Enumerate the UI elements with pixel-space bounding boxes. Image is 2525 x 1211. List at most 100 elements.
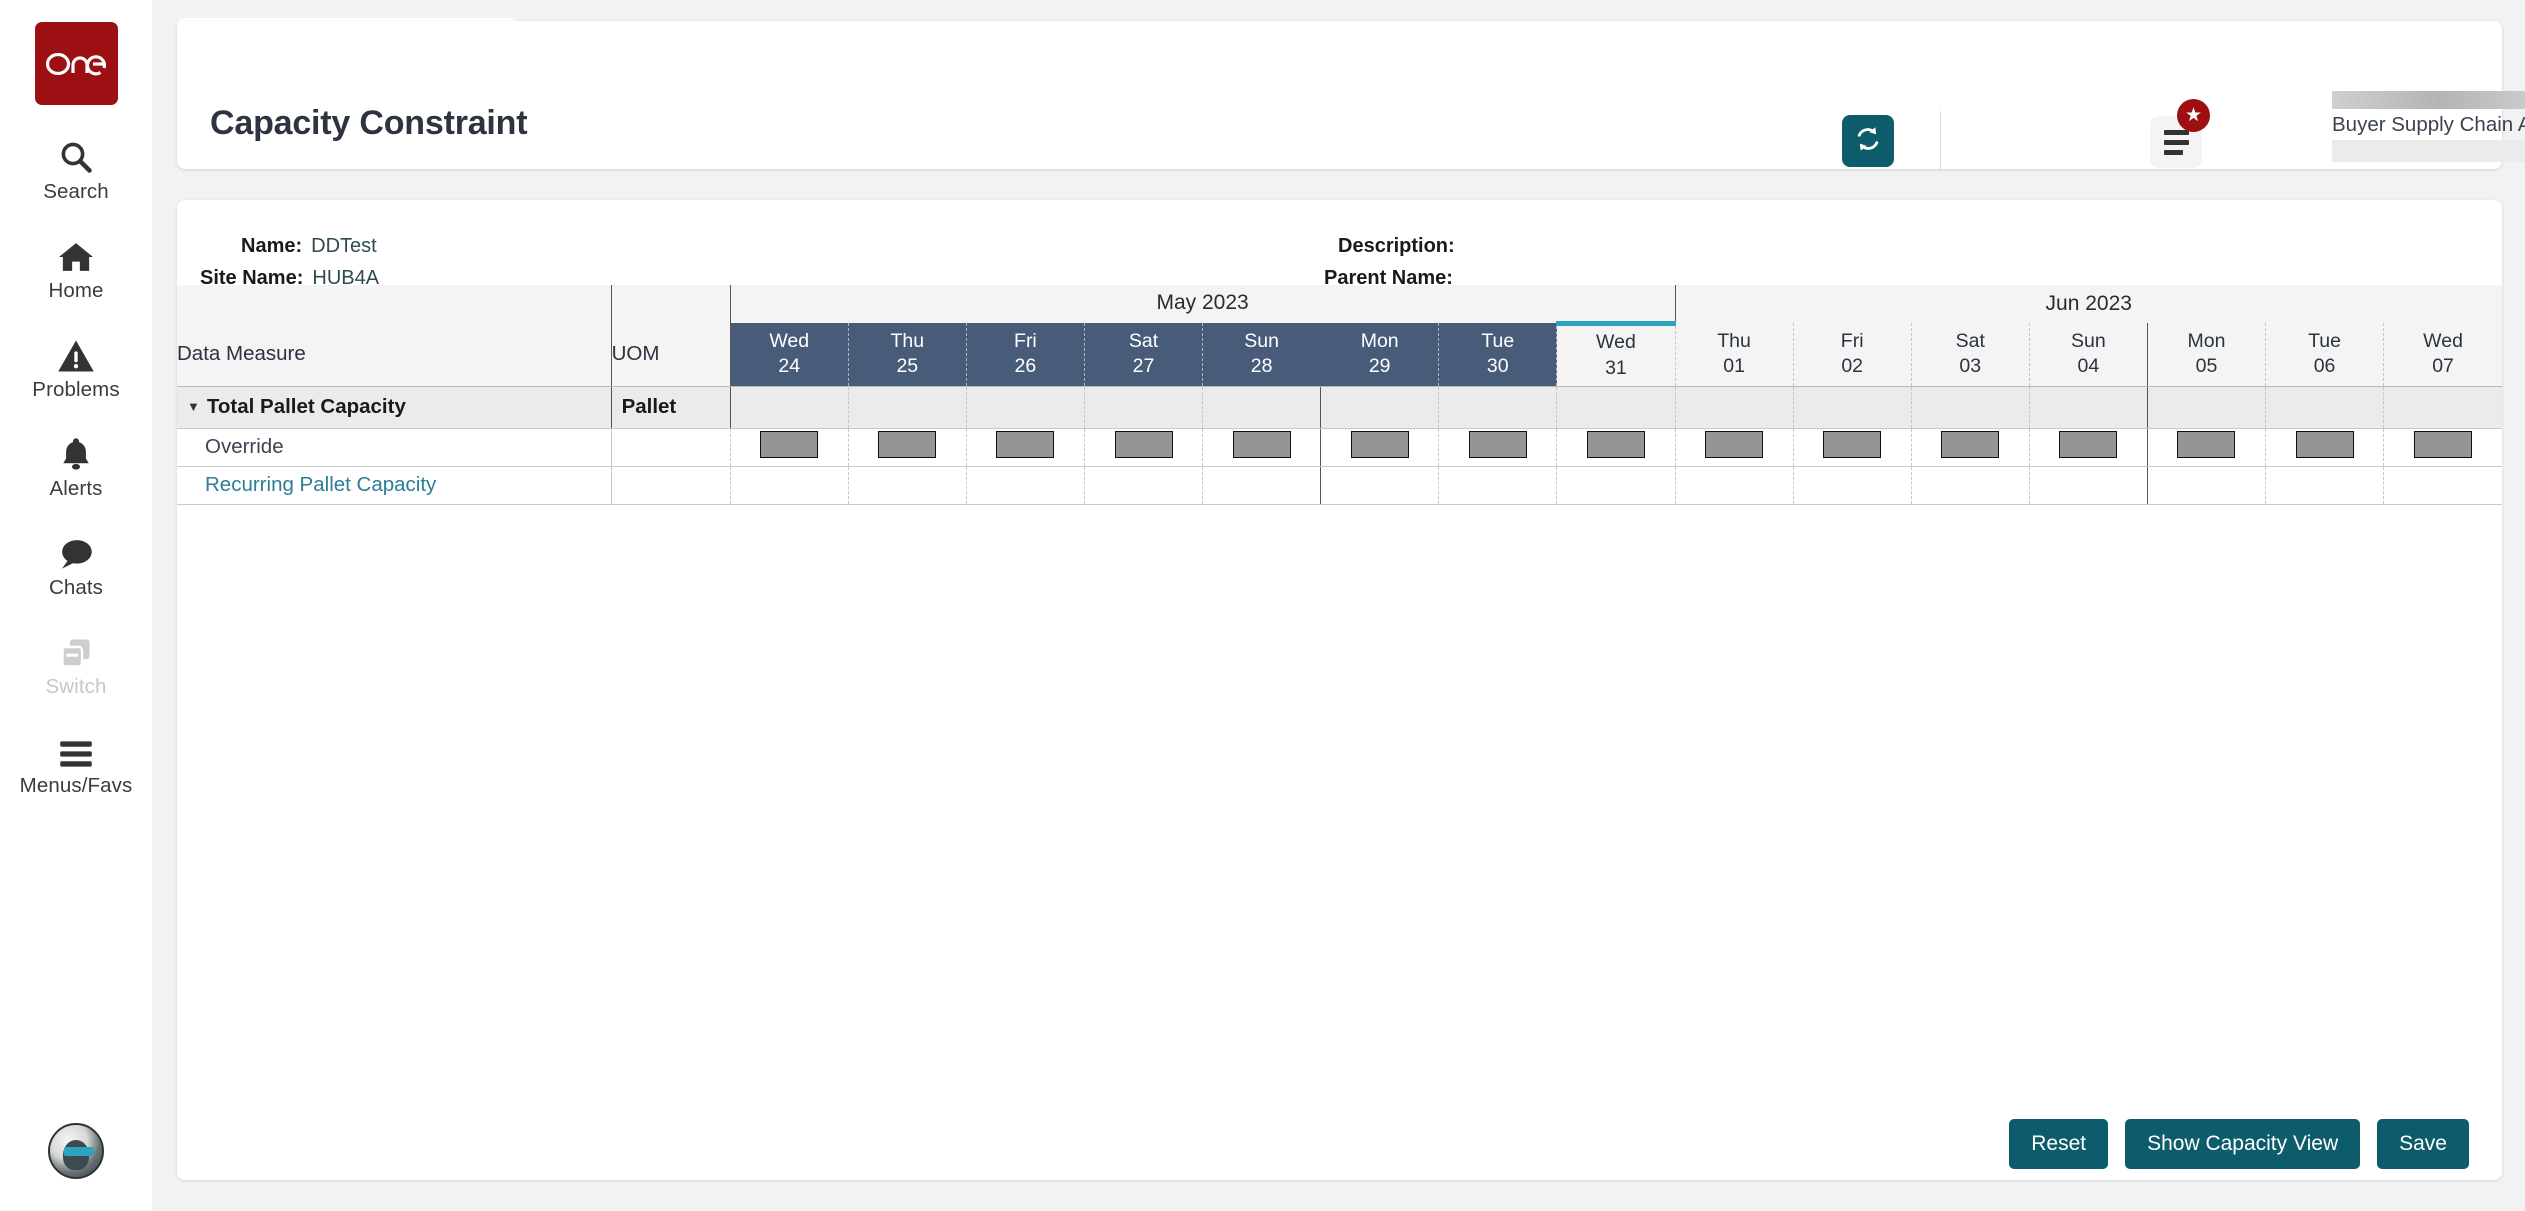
- star-badge: ★: [2177, 99, 2210, 132]
- grid-cell[interactable]: [848, 428, 967, 467]
- user-info[interactable]: Buyer Supply Chain Admin: [2332, 91, 2525, 162]
- grid-cell[interactable]: [1556, 428, 1676, 467]
- sidebar-item-label: Switch: [45, 675, 107, 698]
- field-name-label: Name:: [241, 235, 303, 257]
- record-info: Name: DDTest Site Name: HUB4A Description:…: [177, 200, 2502, 289]
- one-network-logo[interactable]: [34, 22, 118, 105]
- page-title: Capacity Constraint: [210, 104, 528, 142]
- override-input[interactable]: [2295, 431, 2354, 458]
- override-input[interactable]: [1114, 431, 1173, 458]
- month-row-uom-spacer: [611, 285, 731, 323]
- day-column-header[interactable]: Fri 26: [966, 323, 1085, 387]
- day-column-header[interactable]: Mon 05: [2147, 323, 2267, 387]
- override-input[interactable]: [760, 431, 819, 458]
- header-divider: [1940, 111, 1941, 171]
- avatar-band-shape: [64, 1147, 94, 1156]
- table-row: Recurring Pallet Capacity: [177, 466, 2502, 505]
- grid-cell[interactable]: [2265, 428, 2385, 467]
- grid-cell[interactable]: [1675, 428, 1794, 467]
- collapse-triangle-icon[interactable]: ▼: [187, 399, 200, 414]
- override-input[interactable]: [878, 431, 937, 458]
- grid-cell[interactable]: [2029, 428, 2148, 467]
- grid-cell[interactable]: [2147, 428, 2267, 467]
- day-column-header[interactable]: Tue 30: [1438, 323, 1558, 387]
- grid-cell: [1793, 466, 1912, 505]
- grid-cell: [1675, 466, 1794, 505]
- grid-cell[interactable]: [2383, 428, 2502, 467]
- override-input[interactable]: [1586, 431, 1645, 458]
- refresh-button[interactable]: [1842, 115, 1894, 167]
- table-row: ▼ Total Pallet Capacity Pallet: [177, 386, 2502, 429]
- column-header-data-measure: Data Measure: [177, 323, 612, 387]
- day-column-header[interactable]: Fri 02: [1793, 323, 1912, 387]
- grid-cell: [1556, 466, 1676, 505]
- grid-cell: [730, 386, 849, 429]
- grid-cell: [1084, 386, 1204, 429]
- grid-cell[interactable]: [1202, 428, 1322, 467]
- grid-cell: [1320, 466, 1440, 505]
- grid-cell: [848, 466, 967, 505]
- day-column-header[interactable]: Sun 04: [2029, 323, 2148, 387]
- sidebar-item-label: Search: [43, 180, 109, 203]
- list-menu-icon: [2163, 129, 2189, 155]
- avatar[interactable]: [48, 1123, 104, 1179]
- grid-cell[interactable]: [1084, 428, 1204, 467]
- sidebar-item-menus-favs[interactable]: Menus/Favs: [0, 727, 152, 798]
- grid-cell[interactable]: [1438, 428, 1558, 467]
- grid-cell[interactable]: [1911, 428, 2030, 467]
- grid-cell[interactable]: [966, 428, 1085, 467]
- grid-cell[interactable]: [730, 428, 849, 467]
- table-month-header-row: May 2023 Jun 2023: [177, 285, 2502, 323]
- grid-cell: [1438, 386, 1558, 429]
- month-row-label-spacer: [177, 285, 612, 323]
- refresh-icon: [1853, 124, 1883, 159]
- logo-wordmark-icon: [45, 52, 107, 75]
- day-column-header[interactable]: Sat 27: [1084, 323, 1204, 387]
- sidebar-item-chats[interactable]: Chats: [0, 529, 152, 600]
- day-column-header[interactable]: Mon 29: [1320, 323, 1440, 387]
- override-input[interactable]: [1941, 431, 2000, 458]
- sidebar-item-problems[interactable]: Problems: [0, 331, 152, 402]
- grid-cell: [1793, 386, 1912, 429]
- reset-button[interactable]: Reset: [2009, 1119, 2109, 1169]
- override-input[interactable]: [2414, 431, 2473, 458]
- day-column-header[interactable]: Sat 03: [1911, 323, 2030, 387]
- override-input[interactable]: [2177, 431, 2236, 458]
- day-column-header[interactable]: Wed 07: [2383, 323, 2502, 387]
- save-button[interactable]: Save: [2377, 1119, 2469, 1169]
- action-bar: Reset Show Capacity View Save: [177, 1108, 2502, 1180]
- capacity-constraint-panel: Name: DDTest Site Name: HUB4A Description:…: [177, 200, 2502, 1180]
- grid-cell: [1084, 466, 1204, 505]
- override-input[interactable]: [1705, 431, 1764, 458]
- row-label[interactable]: Recurring Pallet Capacity: [177, 466, 612, 505]
- day-column-header[interactable]: Wed 31: [1556, 320, 1676, 387]
- override-input[interactable]: [1823, 431, 1882, 458]
- sidebar-item-home[interactable]: Home: [0, 232, 152, 303]
- day-column-header[interactable]: Wed 24: [730, 323, 849, 387]
- day-column-header[interactable]: Thu 01: [1675, 323, 1794, 387]
- override-input[interactable]: [1350, 431, 1409, 458]
- grid-cell: [966, 466, 1085, 505]
- override-input[interactable]: [1232, 431, 1291, 458]
- home-icon: [57, 232, 95, 274]
- grid-cell[interactable]: [1793, 428, 1912, 467]
- day-column-header[interactable]: Sun 28: [1202, 323, 1322, 387]
- grid-cell: [848, 386, 967, 429]
- sidebar-item-search[interactable]: Search: [0, 133, 152, 204]
- override-input[interactable]: [1468, 431, 1527, 458]
- grid-cell: [1675, 386, 1794, 429]
- grid-cell: [2383, 386, 2502, 429]
- sidebar-item-label: Chats: [48, 576, 104, 599]
- grid-cell: [966, 386, 1085, 429]
- grid-cell[interactable]: [1320, 428, 1440, 467]
- override-input[interactable]: [2059, 431, 2118, 458]
- show-capacity-view-button[interactable]: Show Capacity View: [2125, 1119, 2361, 1169]
- sidebar-item-alerts[interactable]: Alerts: [0, 430, 152, 501]
- day-column-header[interactable]: Thu 25: [848, 323, 967, 387]
- row-label: ▼ Total Pallet Capacity: [177, 386, 612, 429]
- grid-cell: [2147, 386, 2267, 429]
- grid-cell: [1202, 386, 1322, 429]
- grid-cell: [730, 466, 849, 505]
- day-column-header[interactable]: Tue 06: [2265, 323, 2385, 387]
- override-input[interactable]: [996, 431, 1055, 458]
